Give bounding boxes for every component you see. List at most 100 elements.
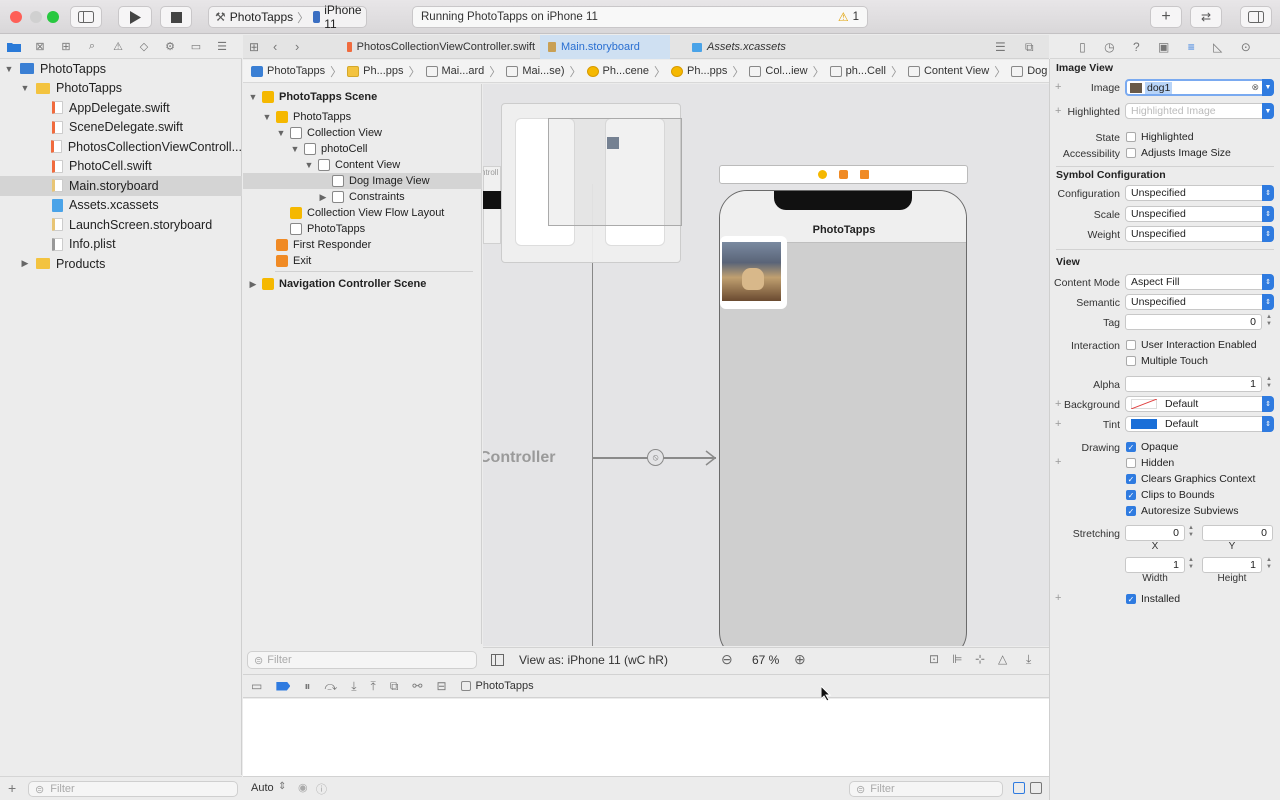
highlighted-image-combo[interactable]: Highlighted Image ▼ bbox=[1125, 103, 1274, 119]
disclosure-triangle-icon[interactable]: ▼ bbox=[276, 128, 286, 138]
configuration-popup[interactable]: Unspecified ⇕ bbox=[1125, 185, 1274, 201]
toggle-navigator-button[interactable] bbox=[70, 6, 102, 28]
grid-icon[interactable]: ⊞ bbox=[249, 40, 259, 54]
test-icon[interactable]: ◇ bbox=[136, 40, 152, 54]
variables-scope-selector[interactable]: Auto bbox=[251, 782, 274, 794]
show-console-icon[interactable] bbox=[1030, 782, 1042, 794]
search-icon[interactable]: ⌕ bbox=[84, 40, 100, 54]
outline-item[interactable]: ▼ PhotoTapps bbox=[243, 109, 482, 125]
run-button[interactable] bbox=[118, 6, 152, 28]
disclosure-triangle-icon[interactable]: ▼ bbox=[4, 64, 14, 74]
disclosure-triangle-icon[interactable]: ▶ bbox=[318, 192, 328, 203]
tag-field[interactable]: 0 bbox=[1125, 314, 1262, 330]
iphone-scene[interactable]: PhotoTapps bbox=[719, 190, 967, 646]
stretch-y-field[interactable]: 0 bbox=[1202, 525, 1273, 541]
memory-graph-icon[interactable]: ⚯ bbox=[412, 679, 422, 693]
library-button[interactable]: + bbox=[1150, 6, 1182, 28]
outline-item[interactable]: PhotoTapps bbox=[243, 221, 482, 237]
opaque-checkbox[interactable]: ✓ Opaque bbox=[1126, 441, 1178, 453]
identity-inspector-icon[interactable]: ▣ bbox=[1158, 40, 1169, 54]
hide-debug-area-icon[interactable]: ▭ bbox=[251, 679, 262, 693]
outline-item[interactable]: Dog Image View bbox=[243, 173, 482, 189]
alpha-field[interactable]: 1 bbox=[1125, 376, 1262, 392]
image-combo-field[interactable]: dog1 ⊗ ▼ bbox=[1125, 79, 1274, 96]
stretch-width-field[interactable]: 1 bbox=[1125, 557, 1185, 573]
environment-overrides-icon[interactable]: ⊟ bbox=[436, 679, 446, 693]
stretch-height-stepper[interactable]: ▲ ▼ bbox=[1265, 557, 1273, 573]
disclosure-triangle-icon[interactable]: ▼ bbox=[20, 83, 30, 93]
split-editor-icon[interactable]: ⧉ bbox=[1025, 40, 1034, 55]
update-frames-icon[interactable]: ⊡ bbox=[929, 652, 939, 666]
breadcrumb-item[interactable]: ph...Cell bbox=[829, 65, 886, 77]
eye-icon[interactable]: ◉ bbox=[298, 781, 308, 794]
outline-toggle-icon[interactable] bbox=[491, 654, 504, 666]
disclosure-triangle-icon[interactable]: ▶ bbox=[20, 258, 30, 269]
tag-stepper[interactable]: ▲ ▼ bbox=[1265, 314, 1273, 330]
view-as-device[interactable]: View as: iPhone 11 (wC hR) bbox=[519, 653, 668, 667]
help-icon[interactable]: ? bbox=[1133, 40, 1140, 54]
outline-item[interactable]: ▼ photoCell bbox=[243, 141, 482, 157]
file-inspector-icon[interactable]: ▯ bbox=[1079, 40, 1086, 54]
stretch-height-field[interactable]: 1 bbox=[1202, 557, 1262, 573]
issue-icon[interactable]: ⚠ bbox=[110, 40, 126, 54]
warning-badge[interactable]: ⚠ 1 bbox=[838, 10, 859, 24]
scheme-selector[interactable]: ⚒ PhotoTapps 〉 iPhone 11 bbox=[208, 3, 367, 31]
navigator-item[interactable]: AppDelegate.swift bbox=[0, 98, 242, 118]
console-area[interactable] bbox=[243, 699, 1049, 776]
navigator-item[interactable]: ▶ Products bbox=[0, 254, 242, 274]
storyboard-canvas[interactable]: ntroll Controller ⦸ PhotoTapps bbox=[483, 84, 1049, 646]
report-icon[interactable]: ☰ bbox=[214, 40, 230, 54]
source-control-icon[interactable]: ⊠ bbox=[32, 40, 48, 54]
tab-main-storyboard[interactable]: Main.storyboard bbox=[540, 35, 670, 59]
disclosure-triangle-icon[interactable]: ▼ bbox=[262, 112, 272, 122]
add-variation-icon[interactable]: + bbox=[1055, 456, 1061, 468]
add-icon[interactable]: + bbox=[8, 780, 16, 796]
clears-graphics-context-checkbox[interactable]: ✓ Clears Graphics Context bbox=[1126, 473, 1255, 485]
segue-icon[interactable]: ⦸ bbox=[647, 449, 664, 466]
breakpoints-toggle-icon[interactable] bbox=[276, 681, 291, 691]
outline-item[interactable]: ▶ Navigation Controller Scene bbox=[243, 276, 482, 292]
add-constraints-icon[interactable]: ⊹ bbox=[975, 652, 985, 666]
navigator-item[interactable]: ▼ PhotoTapps bbox=[0, 79, 242, 99]
step-over-icon[interactable]: ⤼ bbox=[324, 679, 337, 694]
exit-icon[interactable] bbox=[860, 170, 869, 179]
outline-filter-field[interactable]: ⊜ Filter bbox=[247, 651, 477, 669]
align-icon[interactable]: ⊫ bbox=[952, 652, 962, 666]
breadcrumb-item[interactable]: Ph...pps bbox=[671, 65, 727, 77]
breadcrumb-item[interactable]: Content View bbox=[907, 65, 989, 77]
breadcrumb-item[interactable]: Dog Image View bbox=[1011, 65, 1049, 77]
canvas-minimap[interactable] bbox=[501, 103, 682, 263]
toggle-inspector-button[interactable] bbox=[1240, 6, 1272, 28]
editor-options-icon[interactable]: ☰ bbox=[995, 40, 1006, 54]
step-into-icon[interactable]: ⤓ bbox=[351, 679, 356, 694]
breakpoint-icon[interactable]: ▭ bbox=[188, 40, 204, 54]
tint-color-popup[interactable]: Default ⇕ bbox=[1125, 416, 1274, 432]
zoom-out-icon[interactable]: ⊖ bbox=[721, 651, 733, 668]
attributes-inspector-icon[interactable]: ≡ bbox=[1188, 40, 1195, 54]
zoom-in-icon[interactable]: ⊕ bbox=[794, 651, 806, 668]
view-controller-icon[interactable] bbox=[818, 170, 827, 179]
breadcrumb-item[interactable]: Ph...cene bbox=[586, 65, 649, 77]
content-mode-popup[interactable]: Aspect Fill ⇕ bbox=[1125, 274, 1274, 290]
minimap-viewport[interactable] bbox=[548, 118, 682, 226]
history-icon[interactable]: ◷ bbox=[1104, 40, 1114, 54]
minimize-window-button[interactable] bbox=[30, 11, 42, 23]
tab-assets[interactable]: Assets.xcassets bbox=[684, 35, 794, 59]
stretch-x-field[interactable]: 0 bbox=[1125, 525, 1185, 541]
stop-button[interactable] bbox=[160, 6, 192, 28]
hierarchy-icon[interactable]: ⊞ bbox=[58, 40, 74, 54]
clear-field-icon[interactable]: ⊗ bbox=[1251, 82, 1259, 93]
zoom-window-button[interactable] bbox=[47, 11, 59, 23]
stretch-width-stepper[interactable]: ▲ ▼ bbox=[1187, 557, 1195, 573]
navigator-item[interactable]: Assets.xcassets bbox=[0, 196, 242, 216]
view-hierarchy-icon[interactable]: ⧉ bbox=[390, 679, 399, 694]
debug-target[interactable]: PhotoTapps bbox=[460, 680, 534, 692]
folder-icon[interactable] bbox=[6, 40, 22, 54]
breadcrumb-item[interactable]: Ph...pps bbox=[347, 65, 403, 77]
outline-item[interactable]: ▼ Collection View bbox=[243, 125, 482, 141]
disclosure-triangle-icon[interactable]: ▼ bbox=[304, 160, 314, 170]
disclosure-triangle-icon[interactable]: ▼ bbox=[290, 144, 300, 154]
close-window-button[interactable] bbox=[10, 11, 22, 23]
pause-icon[interactable]: ⏸ bbox=[304, 679, 310, 694]
clips-to-bounds-checkbox[interactable]: ✓ Clips to Bounds bbox=[1126, 489, 1215, 501]
